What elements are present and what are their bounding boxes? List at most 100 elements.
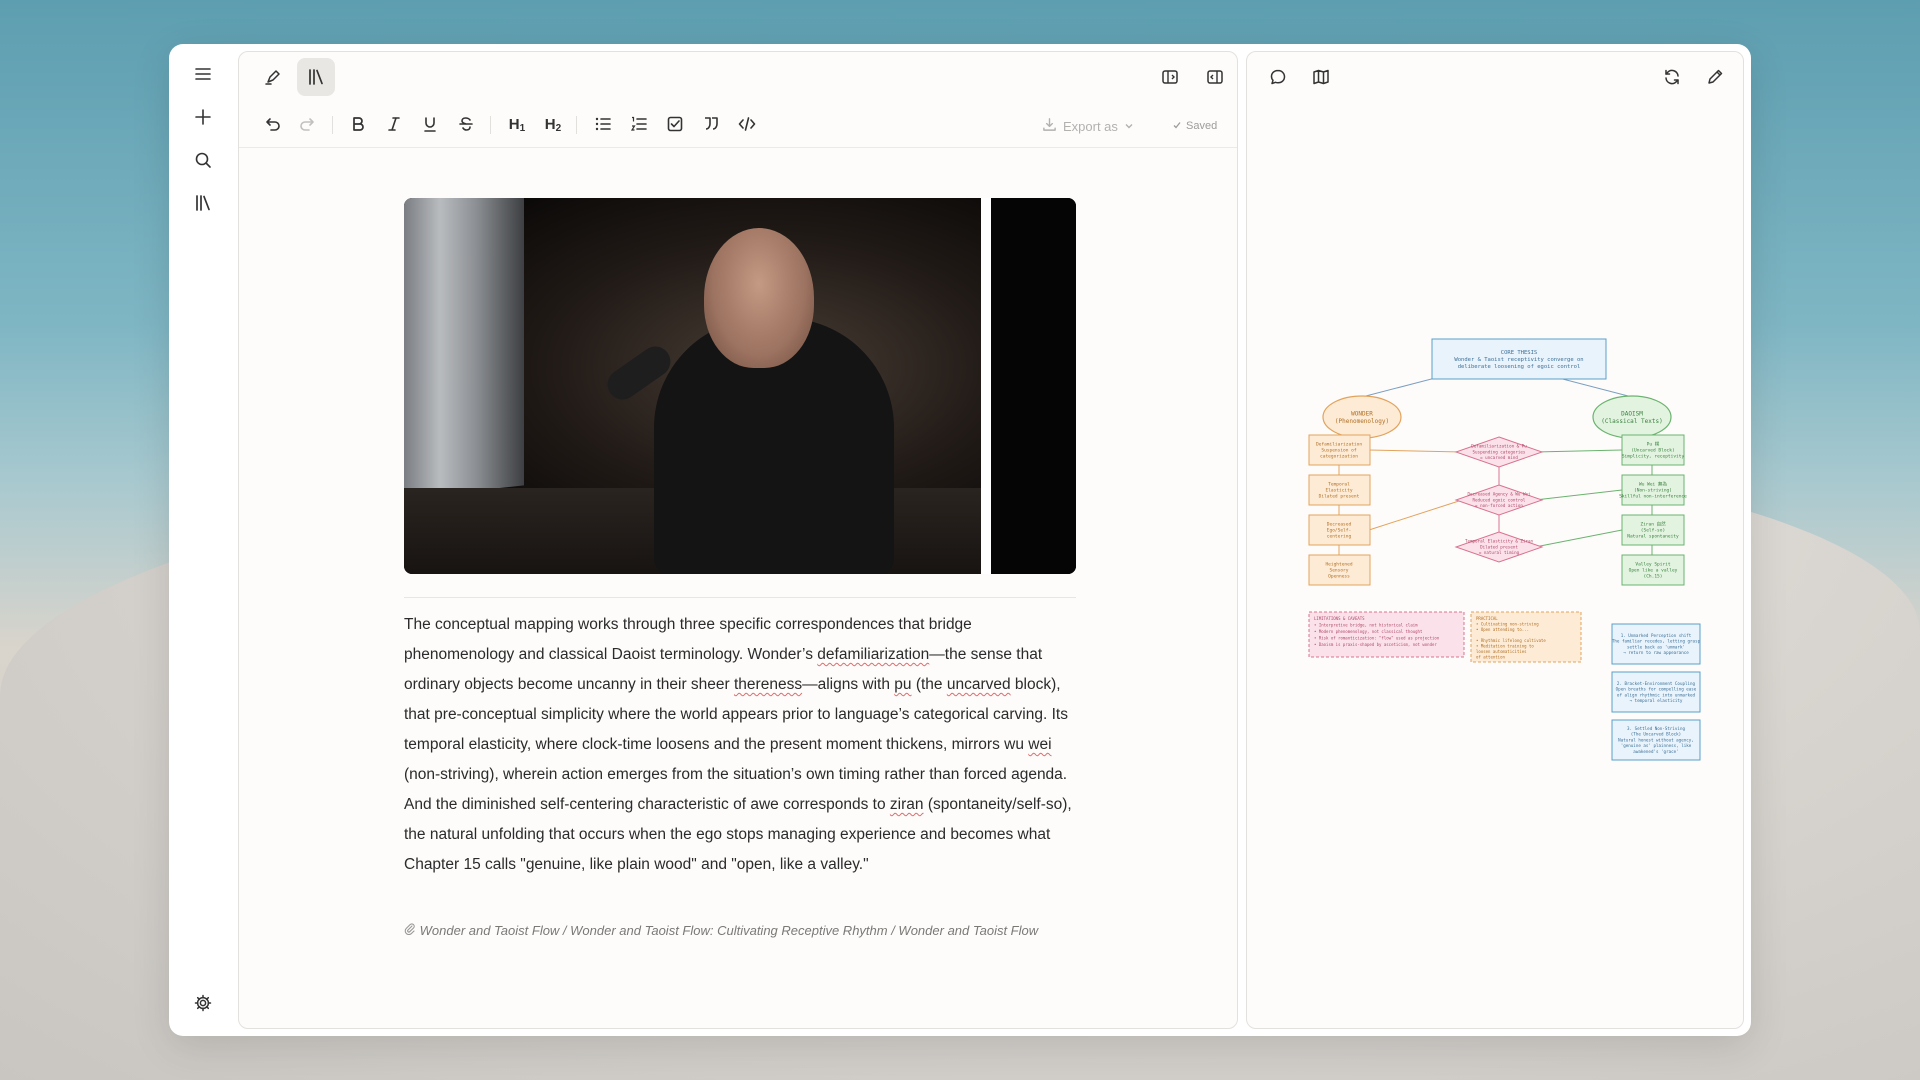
heading-2-icon[interactable]: H2 xyxy=(537,106,569,142)
process-step-text: 'genuine as' plainness, like xyxy=(1621,743,1692,748)
process-step-text: of align rhythmic into unmarked xyxy=(1617,692,1696,697)
process-step-text: 3. Settled Non-Striving xyxy=(1627,726,1685,731)
connector-line xyxy=(1368,449,1463,453)
practical-text: • Rhythmic lifelong cultivate xyxy=(1476,638,1546,643)
chat-bubble-icon[interactable] xyxy=(1259,58,1297,96)
spellcheck-word: ziran xyxy=(889,796,924,813)
underline-icon[interactable] xyxy=(414,106,446,142)
daoist-concept-text: (Uncarved Block) xyxy=(1631,448,1674,454)
wonder-aspect-text: Temporal xyxy=(1328,482,1350,488)
process-step-text: → return to raw appearance xyxy=(1623,650,1689,655)
code-icon[interactable] xyxy=(731,106,763,142)
citation-text: Wonder and Taoist Flow / Wonder and Taoi… xyxy=(419,923,1039,938)
export-dropdown[interactable]: Export as xyxy=(1042,116,1134,136)
speaker-head xyxy=(704,228,814,368)
process-step-text: → temporal elasticity xyxy=(1630,698,1683,703)
menu-icon[interactable] xyxy=(187,58,219,90)
map-icon[interactable] xyxy=(1302,58,1340,96)
process-step-text: The familiar recedes, letting grasp xyxy=(1612,639,1701,644)
limitations-text: • Interpretive bridge, not historical cl… xyxy=(1314,623,1418,628)
connector-line xyxy=(1534,529,1623,548)
document-paragraph[interactable]: The conceptual mapping works through thr… xyxy=(404,610,1084,880)
daoist-concept-text: Simplicity, receptivity xyxy=(1622,454,1685,460)
check-icon xyxy=(1172,120,1182,133)
chevron-down-icon xyxy=(1124,119,1134,134)
daoist-concept-text: Skillful non-interference xyxy=(1619,494,1687,500)
wonder-aspect-text: Heightened xyxy=(1325,562,1352,568)
embedded-video-frame[interactable] xyxy=(404,198,1076,574)
toggle-left-pane-icon[interactable] xyxy=(1151,58,1189,96)
save-status: Saved xyxy=(1172,117,1217,135)
text-run: (the xyxy=(911,676,947,693)
library-view-icon[interactable] xyxy=(297,58,335,96)
correspondence-text: = natural timing xyxy=(1479,550,1520,555)
library-icon[interactable] xyxy=(187,187,219,219)
wonder-text: WONDER xyxy=(1351,410,1373,417)
video-dark-pane xyxy=(991,198,1076,574)
correspondence-text: Suspending categories xyxy=(1473,449,1526,454)
toggle-right-pane-icon[interactable] xyxy=(1196,58,1234,96)
practical-text: loosen automaticities xyxy=(1476,649,1527,654)
practical-text: • Open attending to... xyxy=(1476,627,1529,632)
left-rail xyxy=(169,44,237,1036)
quote-icon[interactable] xyxy=(695,106,727,142)
settings-gear-icon[interactable] xyxy=(187,987,219,1019)
practical-text: of attention xyxy=(1476,655,1505,660)
heading-1-icon[interactable]: H1 xyxy=(501,106,533,142)
pen-tool-icon[interactable] xyxy=(254,58,292,96)
core-thesis-text: Wonder & Taoist receptivity converge on xyxy=(1454,357,1583,363)
spellcheck-word: thereness xyxy=(734,676,803,693)
bullet-list-icon[interactable] xyxy=(587,106,619,142)
process-step-text: Natural honest without agency, xyxy=(1618,737,1694,742)
limitations-text: • Daoism is praxis-shaped by asceticism,… xyxy=(1314,642,1437,647)
export-label: Export as xyxy=(1063,118,1118,134)
core-thesis-text: CORE THESIS xyxy=(1501,350,1537,356)
monitor-shape xyxy=(404,198,524,498)
edit-pencil-icon[interactable] xyxy=(1696,58,1734,96)
limitations-text: LIMITATIONS & CAVEATS xyxy=(1314,616,1365,621)
bold-icon[interactable] xyxy=(342,106,374,142)
wonder-aspect-text: Decreased xyxy=(1327,522,1352,528)
toolbar-separator xyxy=(332,116,333,134)
wonder-aspect-text: Dilated present xyxy=(1319,494,1360,500)
video-divider xyxy=(981,198,991,574)
practical-text: PRACTICAL xyxy=(1476,616,1498,621)
wonder-aspect-text: Defamiliarization xyxy=(1316,442,1362,448)
core-thesis-text: deliberate loosening of egoic control xyxy=(1458,364,1581,370)
limitations-text: • Modern phenomenology, not classical th… xyxy=(1314,629,1423,634)
daoist-concept-text: Open like a valley xyxy=(1629,568,1678,574)
undo-icon[interactable] xyxy=(256,106,288,142)
spellcheck-word: defamiliarization xyxy=(817,646,930,663)
correspondence-text: = non-forced action xyxy=(1475,503,1523,508)
refresh-icon[interactable] xyxy=(1653,58,1691,96)
daoist-concept-text: (Self-so) xyxy=(1641,528,1665,534)
wonder-aspect-text: Openness xyxy=(1328,574,1350,580)
wonder-aspect-text: Sensory xyxy=(1330,568,1349,574)
process-step-text: 1. Unmarked Perception shift xyxy=(1621,633,1692,638)
text-run: —aligns with xyxy=(802,676,895,693)
daoist-concept-text: Wu Wei 無為 xyxy=(1639,481,1667,488)
spellcheck-word: wei xyxy=(1028,736,1052,753)
italic-icon[interactable] xyxy=(378,106,410,142)
toolbar-separator xyxy=(490,116,491,134)
paperclip-icon xyxy=(404,923,420,938)
strikethrough-icon[interactable] xyxy=(450,106,482,142)
redo-icon[interactable] xyxy=(292,106,324,142)
citation: Wonder and Taoist Flow / Wonder and Taoi… xyxy=(404,919,1084,943)
process-step-text: settle back as 'unmark' xyxy=(1627,644,1685,649)
wonder-aspect-text: Suspension of xyxy=(1321,448,1357,454)
checklist-icon[interactable] xyxy=(659,106,691,142)
new-note-icon[interactable] xyxy=(187,101,219,133)
connector-line xyxy=(1534,489,1623,501)
wonder-text: (Phenomenology) xyxy=(1335,418,1389,425)
numbered-list-icon[interactable] xyxy=(623,106,655,142)
correspondence-text: Temporal Elasticity & Ziran xyxy=(1465,539,1534,544)
correspondence-text: Decreased Agency & Wu Wei xyxy=(1467,492,1531,497)
mind-map-diagram[interactable]: CORE THESIS Wonder & Taoist receptivity c… xyxy=(1287,332,1707,852)
content-divider xyxy=(404,597,1076,598)
practical-text: • Meditation training to xyxy=(1476,644,1534,649)
practical-text: • Cultivating non-striving xyxy=(1476,622,1539,627)
wonder-aspect-text: Ego/Self- xyxy=(1327,528,1351,534)
correspondence-text: Defamiliarization & Pu xyxy=(1471,444,1527,449)
search-icon[interactable] xyxy=(187,144,219,176)
